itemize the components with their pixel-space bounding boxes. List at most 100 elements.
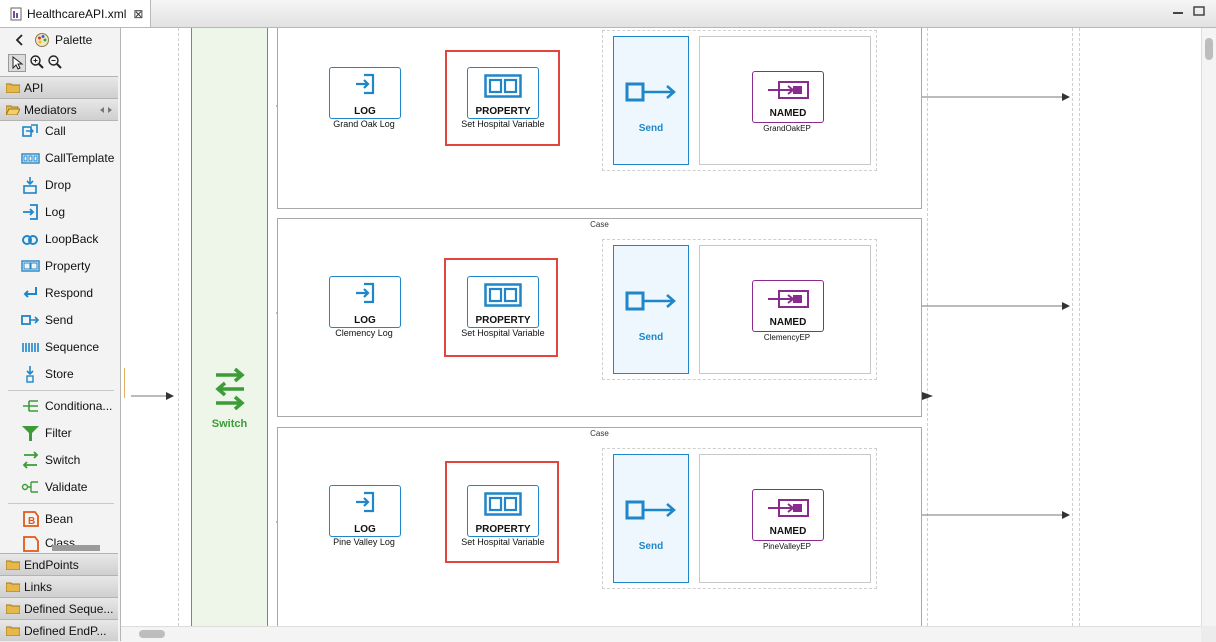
drop-icon [23, 177, 37, 194]
endpoint-icon [768, 290, 809, 308]
named-endpoint[interactable]: NAMED [752, 280, 824, 332]
horizontal-scroll-thumb[interactable] [139, 630, 165, 638]
property-mediator[interactable]: PROPERTY [467, 67, 539, 119]
palette-item-drop[interactable]: Drop [0, 172, 118, 198]
property-icon [21, 260, 40, 272]
palette-item-label: Bean [45, 512, 74, 526]
named-endpoint[interactable]: NAMED [752, 71, 824, 123]
log-icon [356, 282, 375, 304]
log-name: Pine Valley Log [333, 537, 395, 547]
section-links[interactable]: Links [0, 575, 118, 598]
switch-mediator[interactable]: Switch [191, 28, 268, 626]
xml-file-icon [10, 7, 22, 20]
palette-scroll-handle[interactable] [52, 545, 100, 551]
section-defined-endpoints[interactable]: Defined EndP... [0, 619, 118, 641]
section-defined-sequences-label: Defined Seque... [24, 601, 114, 616]
section-defined-endpoints-label: Defined EndP... [24, 623, 107, 638]
folder-icon [6, 604, 20, 614]
call-template-icon [21, 153, 40, 164]
palette-item-switch[interactable]: Switch [0, 447, 118, 473]
property-mediator[interactable]: PROPERTY [467, 276, 539, 328]
palette-item-loopback[interactable]: LoopBack [0, 226, 118, 252]
zoom-out-icon[interactable] [47, 54, 63, 70]
pin-icon[interactable] [99, 105, 113, 115]
case-label: Case [590, 429, 609, 438]
vertical-scroll-thumb[interactable] [1205, 38, 1213, 60]
palette-item-property[interactable]: Property [0, 253, 118, 279]
send-mediator[interactable]: Send [613, 454, 689, 583]
palette-item-calltemplate[interactable]: CallTemplate [0, 145, 118, 171]
section-endpoints[interactable]: EndPoints [0, 553, 118, 576]
palette-item-label: LoopBack [45, 232, 99, 246]
switch-label: Switch [211, 418, 248, 430]
close-tab-icon[interactable]: ⊠ [133, 7, 143, 21]
loopback-icon [22, 235, 38, 245]
palette-item-label: Call [45, 124, 66, 138]
log-icon [23, 204, 38, 220]
section-links-label: Links [24, 579, 53, 594]
validate-icon [21, 481, 38, 493]
log-name: Clemency Log [335, 328, 393, 338]
palette-tools [0, 52, 120, 74]
property-icon [484, 74, 522, 98]
property-icon [484, 492, 522, 516]
palette-item-store[interactable]: Store [0, 361, 118, 387]
send-mediator[interactable]: Send [613, 245, 689, 374]
log-type-label: LOG [354, 106, 376, 117]
select-pointer-icon[interactable] [8, 54, 26, 72]
endpoint-type-label: NAMED [769, 526, 807, 537]
palette-item-label: Store [45, 367, 74, 381]
palette-item-label: Filter [45, 426, 72, 440]
palette-item-bean[interactable]: B Bean [0, 506, 118, 532]
endpoint-name: ClemencyEP [763, 333, 811, 342]
zoom-in-icon[interactable] [29, 54, 45, 70]
palette-item-label: Send [45, 313, 74, 327]
property-type-label: PROPERTY [475, 106, 531, 117]
send-icon [21, 315, 40, 325]
palette-icon [35, 33, 49, 47]
bean-icon: B [23, 511, 39, 527]
endpoint-name: GrandOakEP [763, 124, 811, 133]
palette-item-sequence[interactable]: Sequence [0, 334, 118, 360]
palette-item-label: CallTemplate [45, 151, 115, 165]
conditional-router-icon [23, 400, 38, 412]
palette-item-filter[interactable]: Filter [0, 420, 118, 446]
palette-item-respond[interactable]: Respond [0, 280, 118, 306]
log-type-label: LOG [354, 524, 376, 535]
endpoint-container: NAMED ClemencyEP [699, 245, 871, 374]
collapse-palette-icon[interactable] [12, 32, 28, 48]
send-label: Send [638, 541, 664, 552]
case-label: Case [590, 220, 609, 229]
editor-tab[interactable]: HealthcareAPI.xml ⊠ [0, 0, 151, 27]
palette-item-conditional-router[interactable]: Conditiona... [0, 393, 118, 419]
palette-item-log[interactable]: Log [0, 199, 118, 225]
palette-item-call[interactable]: Call [0, 118, 118, 144]
section-api[interactable]: API [0, 76, 118, 99]
section-mediators-label: Mediators [24, 102, 77, 117]
property-name: Set Hospital Variable [461, 119, 545, 129]
switch-icon [215, 368, 245, 410]
log-mediator[interactable]: LOG [329, 67, 401, 119]
folder-icon [6, 582, 20, 592]
property-icon [484, 283, 522, 307]
palette-item-send[interactable]: Send [0, 307, 118, 333]
horizontal-scrollbar[interactable] [121, 626, 1201, 642]
palette-separator [8, 503, 114, 504]
send-icon [625, 291, 676, 311]
section-defined-sequences[interactable]: Defined Seque... [0, 597, 118, 620]
maximize-icon[interactable] [1193, 6, 1205, 16]
send-icon [625, 500, 676, 520]
log-mediator[interactable]: LOG [329, 276, 401, 328]
palette-item-validate[interactable]: Validate [0, 474, 118, 500]
send-mediator[interactable]: Send [613, 36, 689, 165]
palette-item-label: Validate [45, 480, 88, 494]
named-endpoint[interactable]: NAMED [752, 489, 824, 541]
editor-tab-bar: HealthcareAPI.xml ⊠ [0, 0, 1216, 28]
minimize-icon[interactable] [1172, 6, 1184, 16]
endpoint-container: NAMED GrandOakEP [699, 36, 871, 165]
folder-icon [6, 560, 20, 570]
vertical-scrollbar[interactable] [1201, 28, 1216, 626]
log-mediator[interactable]: LOG [329, 485, 401, 537]
design-canvas[interactable]: Switch LOG Grand Oak Log PROPERTY Set Ho… [121, 28, 1201, 626]
property-mediator[interactable]: PROPERTY [467, 485, 539, 537]
